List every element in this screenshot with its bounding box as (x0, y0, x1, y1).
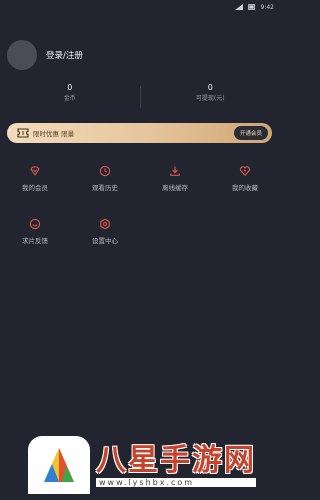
watermark-title: 八星手游网 (96, 442, 256, 478)
menu-item-label: 我的收藏 (232, 184, 258, 192)
menu-item-history[interactable]: 观看历史 (70, 165, 140, 192)
stats-row: 0 金币 0 可提现(元) (0, 82, 280, 108)
withdrawable-label: 可提现(元) (195, 95, 225, 102)
settings-icon (100, 218, 110, 230)
menu-item-label: 设置中心 (92, 237, 118, 245)
watermark-url: www.lyshbx.com (96, 477, 256, 487)
status-time: 9:42 (260, 3, 274, 11)
menu-item-offline-cache[interactable]: 离线缓存 (140, 165, 210, 192)
vip-promo-banner[interactable]: 限时优惠 限量 开通会员 (7, 123, 272, 143)
avatar[interactable] (7, 40, 37, 70)
menu-grid: 我的会员 观看历史 离线缓存 我的收藏 求片反馈 设置中心 (0, 165, 280, 245)
menu-item-favorites[interactable]: 我的收藏 (210, 165, 280, 192)
battery-icon (247, 4, 255, 10)
menu-item-label: 求片反馈 (22, 237, 48, 245)
open-vip-button[interactable]: 开通会员 (233, 126, 268, 140)
profile-header[interactable]: 登录/注册 (7, 40, 83, 70)
menu-item-label: 我的会员 (22, 184, 48, 192)
stat-coins[interactable]: 0 金币 (0, 82, 140, 108)
clock-icon (99, 165, 111, 177)
favorite-icon (239, 166, 251, 176)
site-watermark: 八星手游网 www.lyshbx.com (28, 436, 268, 494)
stat-withdrawable[interactable]: 0 可提现(元) (141, 82, 281, 108)
status-bar: 9:42 (0, 0, 280, 14)
coins-value: 0 (67, 83, 73, 92)
coins-label: 金币 (63, 95, 76, 102)
menu-item-vip[interactable]: 我的会员 (0, 165, 70, 192)
signal-icon (234, 4, 243, 10)
watermark-logo-icon (44, 448, 74, 482)
menu-item-feedback[interactable]: 求片反馈 (0, 218, 70, 245)
ticket-icon (17, 128, 29, 138)
vip-icon (30, 166, 40, 176)
login-register-link[interactable]: 登录/注册 (46, 49, 83, 61)
feedback-icon (29, 218, 41, 230)
withdrawable-value: 0 (207, 83, 213, 92)
menu-item-settings[interactable]: 设置中心 (70, 218, 140, 245)
promo-text: 限时优惠 限量 (33, 130, 75, 138)
menu-item-label: 离线缓存 (162, 184, 188, 192)
menu-item-label: 观看历史 (92, 184, 118, 192)
download-icon (170, 166, 180, 176)
watermark-logo (28, 436, 90, 494)
